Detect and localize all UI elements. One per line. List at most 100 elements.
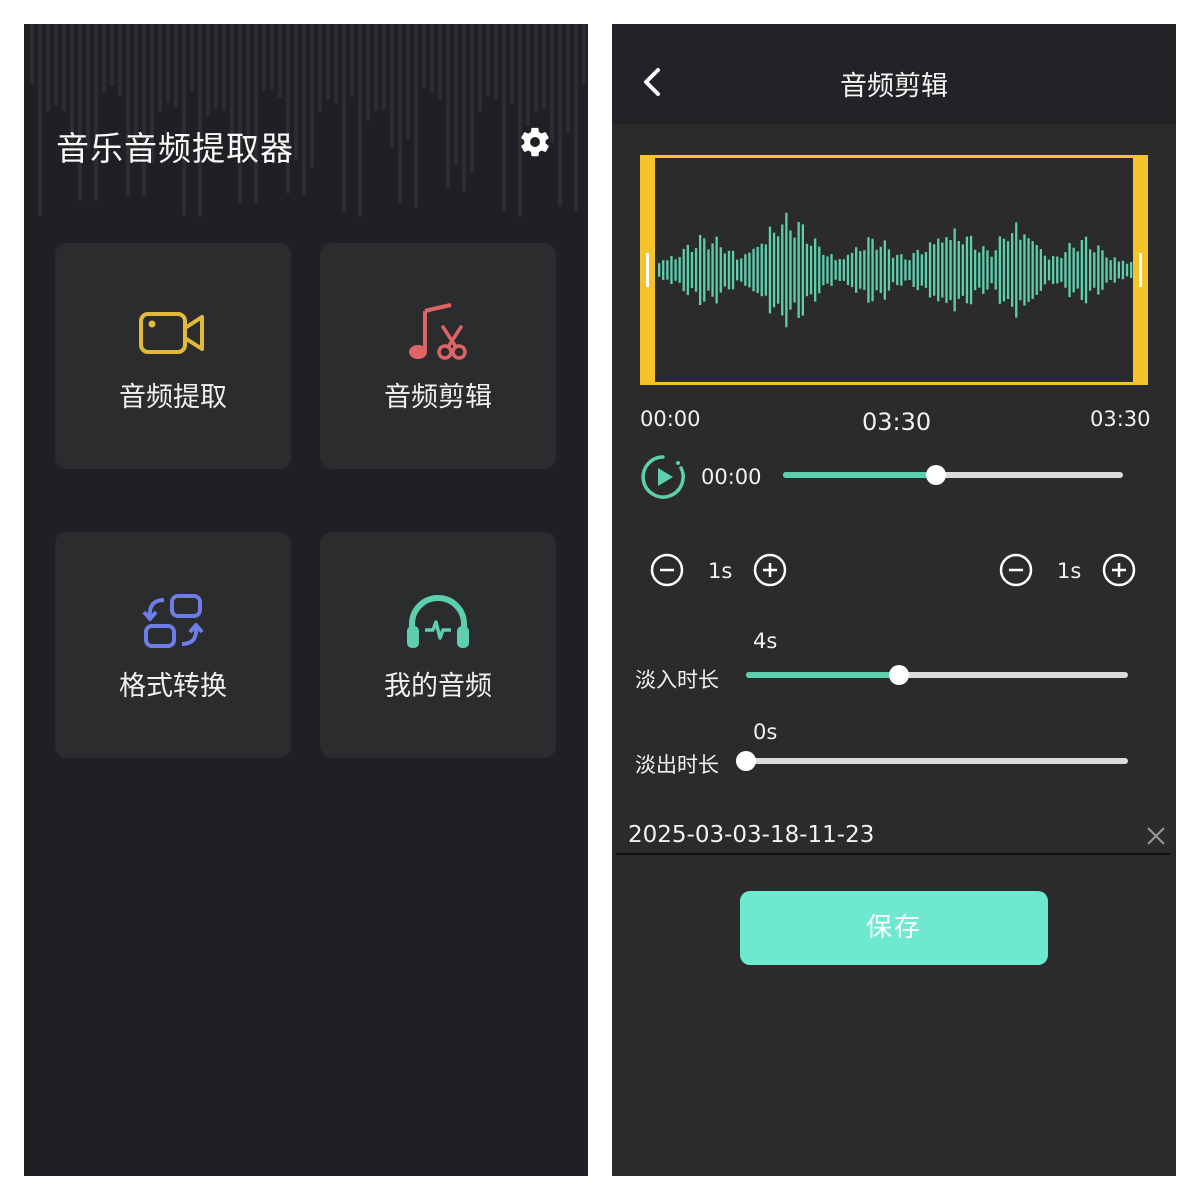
waveform-bar	[1113, 257, 1116, 283]
convert-icon	[142, 594, 204, 648]
selection-duration: 03:30	[862, 408, 932, 436]
waveform-bar	[690, 252, 694, 288]
start-increase-button[interactable]	[753, 553, 787, 587]
background-bar	[542, 24, 546, 109]
waveform-bar	[859, 251, 862, 289]
background-bar	[278, 24, 282, 98]
waveform-bar	[924, 252, 928, 288]
waveform-bar	[1011, 233, 1014, 307]
background-bar	[110, 24, 114, 86]
waveform-bar	[805, 243, 809, 297]
background-bar	[142, 24, 146, 198]
background-bar	[430, 24, 434, 94]
waveform-bar	[744, 254, 747, 286]
end-increase-button[interactable]	[1102, 553, 1136, 587]
waveform-bar	[670, 256, 673, 285]
waveform-bar	[982, 246, 985, 294]
end-step-value: 1s	[1057, 559, 1082, 583]
playback-thumb[interactable]	[926, 465, 946, 485]
waveform-bar	[1064, 252, 1067, 288]
waveform-bar	[974, 249, 977, 291]
format-convert-card[interactable]: 格式转换	[55, 532, 291, 758]
waveform-bar	[830, 254, 833, 286]
waveform-bar	[842, 259, 845, 281]
waveform-bar	[1093, 252, 1096, 288]
background-bar	[302, 24, 306, 195]
fade-out-slider[interactable]	[736, 751, 1128, 771]
waveform-bar	[990, 256, 993, 284]
waveform-bar	[723, 253, 726, 287]
waveform-bar	[1056, 256, 1059, 284]
fade-in-label: 淡入时长	[635, 668, 719, 692]
waveform-bar	[961, 244, 964, 296]
waveform-bar	[1101, 250, 1104, 290]
waveform-bar	[941, 242, 944, 298]
background-bar	[206, 24, 210, 117]
end-decrease-button[interactable]	[999, 553, 1033, 587]
waveform-bar	[1080, 240, 1083, 300]
background-bar	[486, 24, 490, 97]
background-bar	[126, 24, 130, 198]
waveform-bar	[1105, 257, 1108, 283]
waveform-bar	[1121, 260, 1125, 280]
current-time: 00:00	[701, 465, 762, 489]
waveform-bar	[781, 224, 784, 316]
waveform-bar	[1047, 259, 1051, 281]
waveform-bar	[1031, 241, 1034, 299]
save-button[interactable]: 保存	[740, 891, 1048, 965]
playback-slider[interactable]	[783, 465, 1123, 485]
background-bar	[374, 24, 378, 111]
waveform-bar	[686, 244, 689, 296]
waveform-bar	[715, 236, 718, 304]
waveform-selection[interactable]	[640, 155, 1148, 385]
fade-in-thumb[interactable]	[888, 665, 909, 685]
waveform-bar	[666, 260, 669, 280]
background-bar	[190, 24, 194, 91]
waveform-bar	[731, 250, 735, 290]
waveform-bar	[1109, 260, 1112, 280]
waveform-bar	[797, 222, 800, 318]
fade-out-value: 0s	[753, 720, 778, 744]
background-bar	[118, 24, 122, 96]
waveform-bar	[768, 226, 772, 314]
background-bar	[38, 24, 42, 216]
waveform-bar	[850, 253, 854, 287]
waveform-bar	[1117, 261, 1120, 279]
background-bar	[478, 24, 482, 112]
fade-out-thumb[interactable]	[736, 751, 756, 771]
my-audio-card[interactable]: 我的音频	[320, 532, 556, 758]
waveform-bar	[1019, 239, 1022, 301]
background-bar	[462, 24, 466, 192]
background-bar	[318, 24, 322, 112]
waveform-bar	[965, 236, 969, 304]
background-bar	[470, 24, 474, 173]
gear-icon[interactable]	[518, 125, 552, 159]
audio-edit-card[interactable]: 音频剪辑	[320, 243, 556, 469]
fade-in-fill	[746, 672, 899, 678]
headphones-icon	[407, 595, 469, 648]
clear-icon[interactable]	[1144, 824, 1168, 848]
waveform-bar	[953, 228, 956, 312]
fade-in-slider[interactable]	[746, 665, 1128, 685]
start-step-value: 1s	[708, 559, 733, 583]
waveform-bar	[694, 248, 698, 292]
background-bar	[366, 24, 370, 121]
filename-input[interactable]: 2025-03-03-18-11-23	[628, 822, 874, 848]
waveform-bar	[711, 243, 714, 297]
waveform-bar	[801, 224, 804, 316]
waveform-bar	[928, 242, 932, 298]
waveform-bar	[785, 212, 788, 328]
waveform-bar	[793, 237, 796, 303]
waveform-bar	[986, 250, 989, 290]
background-bar	[446, 24, 450, 190]
card-label: 格式转换	[119, 671, 227, 702]
selection-end-time: 03:30	[1090, 407, 1151, 431]
waveform-bar	[1027, 238, 1030, 302]
audio-extract-card[interactable]: 音频提取	[55, 243, 291, 469]
play-icon[interactable]	[640, 454, 686, 500]
waveform-bar	[998, 236, 1001, 304]
start-decrease-button[interactable]	[650, 553, 684, 587]
waveform-bar	[1023, 234, 1026, 306]
background-bar	[534, 24, 538, 113]
waveform-bar	[883, 240, 886, 300]
